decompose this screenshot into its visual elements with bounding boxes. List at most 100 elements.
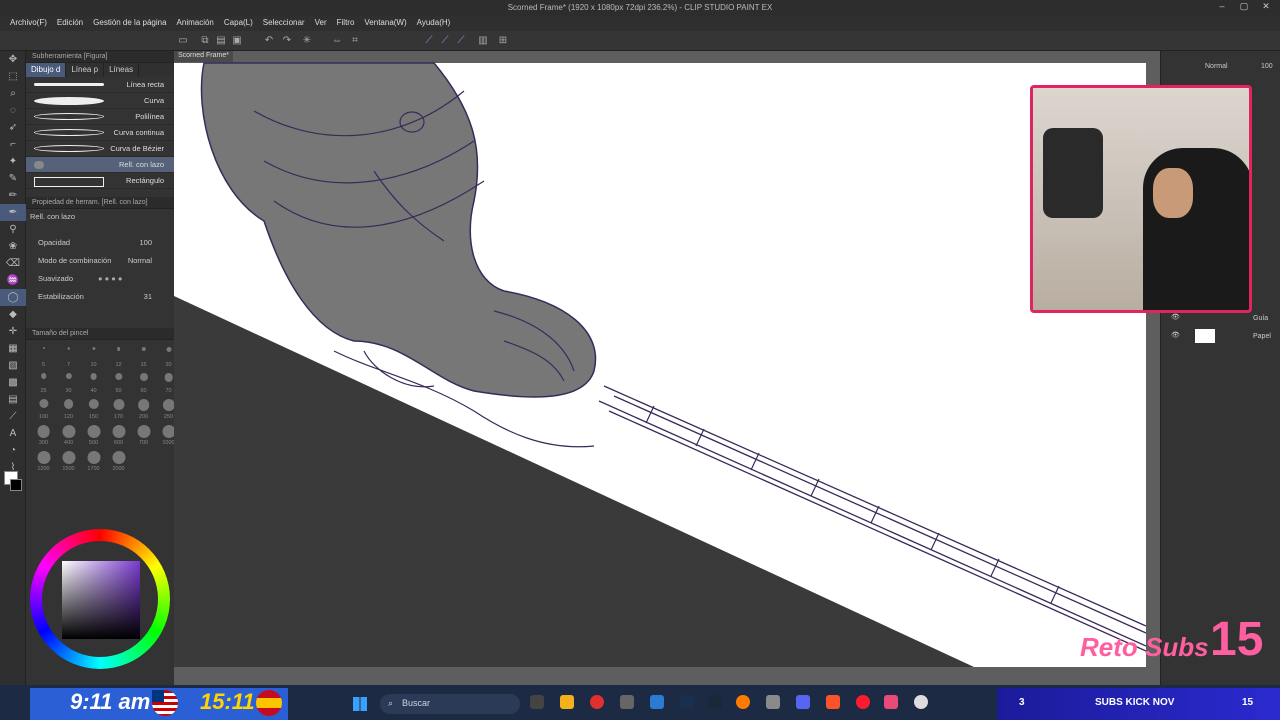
brush-size-option[interactable]: 120 bbox=[57, 396, 80, 420]
settings-icon[interactable]: ⊞ bbox=[496, 34, 510, 48]
smoothing-row[interactable]: Suavizado ● ● ● ● bbox=[26, 270, 174, 288]
brush-bezier[interactable]: Curva de Bézier bbox=[26, 141, 174, 157]
eraser2-icon[interactable]: ◆ bbox=[0, 306, 26, 323]
new-icon[interactable]: ▭ bbox=[176, 34, 190, 48]
menu-page[interactable]: Gestión de la página bbox=[89, 16, 170, 31]
crop-icon[interactable]: ⌗ bbox=[348, 34, 362, 48]
pencil-icon[interactable]: ✏ bbox=[0, 187, 26, 204]
transform-icon[interactable]: ⇔ bbox=[330, 34, 344, 48]
lasso-icon[interactable]: ◌ bbox=[0, 102, 26, 119]
open-icon[interactable]: ⧉ bbox=[198, 34, 212, 48]
menu-select[interactable]: Seleccionar bbox=[259, 16, 309, 31]
smoothing-options-icon[interactable]: ● ● ● ● bbox=[98, 274, 122, 283]
brush-icon[interactable]: ✒ bbox=[0, 204, 26, 221]
balloon-icon[interactable]: ◔ bbox=[0, 442, 26, 459]
blend-mode-row[interactable]: Modo de combinación Normal bbox=[26, 252, 174, 270]
eye-icon[interactable]: 👁 bbox=[1171, 313, 1180, 321]
fill-icon[interactable]: ▧ bbox=[0, 357, 26, 374]
pin-icon[interactable] bbox=[884, 695, 898, 709]
undo-icon[interactable]: ↶ bbox=[262, 34, 276, 48]
brave-icon[interactable] bbox=[826, 695, 840, 709]
store-icon[interactable] bbox=[650, 695, 664, 709]
decoration-icon[interactable]: ❀ bbox=[0, 238, 26, 255]
eraser-icon[interactable]: ⌫ bbox=[0, 255, 26, 272]
snap-ruler-icon[interactable]: ⟋ bbox=[422, 34, 436, 48]
brush-size-option[interactable]: 1200 bbox=[32, 448, 55, 472]
discord-icon[interactable] bbox=[796, 695, 810, 709]
taskbar-search[interactable]: ⌕ Buscar bbox=[380, 694, 520, 714]
controller-icon[interactable] bbox=[766, 695, 780, 709]
menu-help[interactable]: Ayuda(H) bbox=[413, 16, 455, 31]
brush-size-option[interactable]: 170 bbox=[107, 396, 130, 420]
redo-icon[interactable]: ↷ bbox=[280, 34, 294, 48]
obs-icon[interactable] bbox=[620, 695, 634, 709]
artwork-canvas[interactable] bbox=[174, 51, 1160, 685]
brush-size-option[interactable]: 2000 bbox=[107, 448, 130, 472]
brush-size-option[interactable]: 25 bbox=[32, 370, 55, 394]
brush-size-option[interactable]: 200 bbox=[132, 396, 155, 420]
clip-studio-icon[interactable] bbox=[914, 695, 928, 709]
folder-icon[interactable]: ▤ bbox=[214, 34, 228, 48]
figure-icon[interactable]: ◯ bbox=[0, 289, 26, 306]
gradient-icon[interactable]: ▩ bbox=[0, 374, 26, 391]
maximize-button[interactable]: ▢ bbox=[1234, 1, 1254, 15]
brush-size-option[interactable]: 150 bbox=[82, 396, 105, 420]
text-icon[interactable]: A bbox=[0, 425, 26, 442]
brush-size-option[interactable]: 12 bbox=[107, 344, 130, 368]
sub-color-swatch[interactable] bbox=[10, 479, 22, 491]
brush-continuous-curve[interactable]: Curva continua bbox=[26, 125, 174, 141]
pen-icon[interactable]: ✎ bbox=[0, 170, 26, 187]
tab-lines[interactable]: Líneas bbox=[104, 63, 140, 77]
tab-line[interactable]: Línea p bbox=[66, 63, 105, 77]
brush-size-option[interactable]: 700 bbox=[132, 422, 155, 446]
cross-icon[interactable]: ✛ bbox=[0, 323, 26, 340]
color-wheel[interactable] bbox=[30, 529, 170, 669]
brush-size-option[interactable]: 1500 bbox=[57, 448, 80, 472]
brush-size-option[interactable]: 600 bbox=[107, 422, 130, 446]
brush-size-option[interactable]: 500 bbox=[82, 422, 105, 446]
clipboard-icon[interactable]: ▥ bbox=[476, 34, 490, 48]
file-explorer-icon[interactable] bbox=[560, 695, 574, 709]
selection-icon[interactable]: ⬚ bbox=[0, 68, 26, 85]
brush-straight-line[interactable]: Línea recta bbox=[26, 77, 174, 93]
loading-icon[interactable]: ✳ bbox=[300, 34, 314, 48]
blend-icon[interactable]: ♒ bbox=[0, 272, 26, 289]
opera-icon[interactable] bbox=[856, 695, 870, 709]
brush-size-option[interactable]: 30 bbox=[57, 370, 80, 394]
canvas-area[interactable]: Scorned Frame* bbox=[174, 51, 1160, 685]
brush-size-option[interactable]: 15 bbox=[132, 344, 155, 368]
brush-size-option[interactable]: 100 bbox=[32, 396, 55, 420]
eyedropper-icon[interactable]: ⌐ bbox=[0, 136, 26, 153]
brush-size-option[interactable]: 400 bbox=[57, 422, 80, 446]
color-square[interactable] bbox=[62, 561, 140, 639]
minimize-button[interactable]: – bbox=[1212, 1, 1232, 15]
steam-icon[interactable] bbox=[708, 695, 722, 709]
snap-special-icon[interactable]: ⟋ bbox=[438, 34, 452, 48]
airbrush-icon[interactable]: ⚲ bbox=[0, 221, 26, 238]
menu-filter[interactable]: Filtro bbox=[333, 16, 359, 31]
brush-size-option[interactable]: 1700 bbox=[82, 448, 105, 472]
chrome-icon[interactable] bbox=[590, 695, 604, 709]
frame-icon[interactable]: ▦ bbox=[0, 340, 26, 357]
tab-drawing[interactable]: Dibujo d bbox=[26, 63, 67, 77]
brush-lasso-fill[interactable]: Rell. con lazo bbox=[26, 157, 174, 173]
ruler-icon[interactable]: ▤ bbox=[0, 391, 26, 408]
brush-size-option[interactable]: 5 bbox=[32, 344, 55, 368]
opacity-row[interactable]: Opacidad 100 bbox=[26, 234, 174, 252]
brush-size-option[interactable]: 300 bbox=[32, 422, 55, 446]
brush-rectangle[interactable]: Rectángulo bbox=[26, 173, 174, 189]
layer-paper[interactable]: 👁 Papel bbox=[1161, 329, 1280, 347]
menu-animation[interactable]: Animación bbox=[173, 16, 218, 31]
taskview-icon[interactable] bbox=[530, 695, 544, 709]
layer-guide[interactable]: 👁 Guía bbox=[1161, 311, 1280, 329]
magic-wand-icon[interactable]: ✦ bbox=[0, 153, 26, 170]
brush-polyline[interactable]: Polilínea bbox=[26, 109, 174, 125]
brush-size-option[interactable]: 60 bbox=[132, 370, 155, 394]
brush-curve[interactable]: Curva bbox=[26, 93, 174, 109]
move-icon[interactable]: ✥ bbox=[0, 51, 26, 68]
menu-edit[interactable]: Edición bbox=[53, 16, 87, 31]
menu-view[interactable]: Ver bbox=[311, 16, 331, 31]
stabilization-row[interactable]: Estabilización 31 bbox=[26, 288, 174, 306]
photoshop-icon[interactable] bbox=[680, 695, 694, 709]
brush-size-option[interactable]: 7 bbox=[57, 344, 80, 368]
